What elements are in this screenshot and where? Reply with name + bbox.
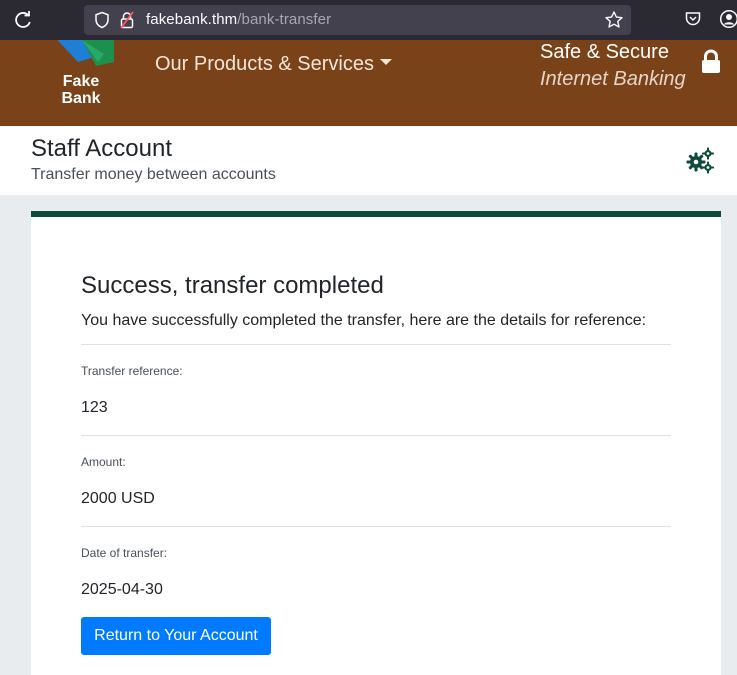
- divider: [81, 526, 671, 527]
- address-bar[interactable]: fakebank.thm/bank-transfer: [84, 5, 631, 35]
- result-heading: Success, transfer completed: [81, 272, 384, 299]
- logo-line-1: Fake: [62, 73, 100, 90]
- page-title: Staff Account: [31, 135, 172, 162]
- tagline-safe-secure: Safe & Secure: [540, 41, 669, 63]
- divider: [81, 435, 671, 436]
- transfer-result-card: Success, transfer completed You have suc…: [31, 211, 721, 675]
- caret-down-icon: [379, 58, 392, 65]
- lock-alert-icon[interactable]: [119, 11, 135, 29]
- reload-icon[interactable]: [12, 9, 34, 31]
- products-services-menu[interactable]: Our Products & Services: [155, 52, 392, 76]
- url-text[interactable]: fakebank.thm/bank-transfer: [146, 11, 331, 29]
- site-header: Fake Bank Our Products & Services Safe &…: [0, 40, 737, 126]
- logo-text: Fake Bank: [44, 73, 118, 107]
- url-host: fakebank.thm: [146, 11, 238, 28]
- browser-toolbar: fakebank.thm/bank-transfer: [0, 0, 737, 40]
- shield-icon[interactable]: [93, 11, 111, 29]
- page-subtitle: Transfer money between accounts: [31, 166, 276, 183]
- url-path: /bank-transfer: [237, 11, 332, 28]
- tagline-internet-banking: Internet Banking: [540, 68, 686, 90]
- date-of-transfer-value: 2025-04-30: [81, 581, 163, 598]
- transfer-reference-label: Transfer reference:: [81, 364, 183, 378]
- account-icon[interactable]: [719, 9, 737, 29]
- transfer-reference-value: 123: [81, 399, 108, 416]
- star-icon[interactable]: [604, 10, 624, 30]
- return-to-account-button[interactable]: Return to Your Account: [81, 617, 271, 655]
- divider: [81, 344, 671, 345]
- gears-icon[interactable]: [685, 147, 715, 175]
- fakebank-logo[interactable]: Fake Bank: [44, 40, 118, 110]
- logo-line-2: Bank: [61, 90, 101, 107]
- amount-label: Amount:: [81, 455, 126, 469]
- result-lead: You have successfully completed the tran…: [81, 312, 647, 329]
- date-of-transfer-label: Date of transfer:: [81, 546, 168, 560]
- padlock-icon[interactable]: [700, 49, 722, 75]
- products-services-label: Our Products & Services: [155, 53, 374, 75]
- logo-mark-icon: [57, 40, 114, 66]
- amount-value: 2000 USD: [81, 490, 155, 507]
- page-header: Staff Account Transfer money between acc…: [0, 126, 737, 195]
- pocket-icon[interactable]: [684, 10, 702, 28]
